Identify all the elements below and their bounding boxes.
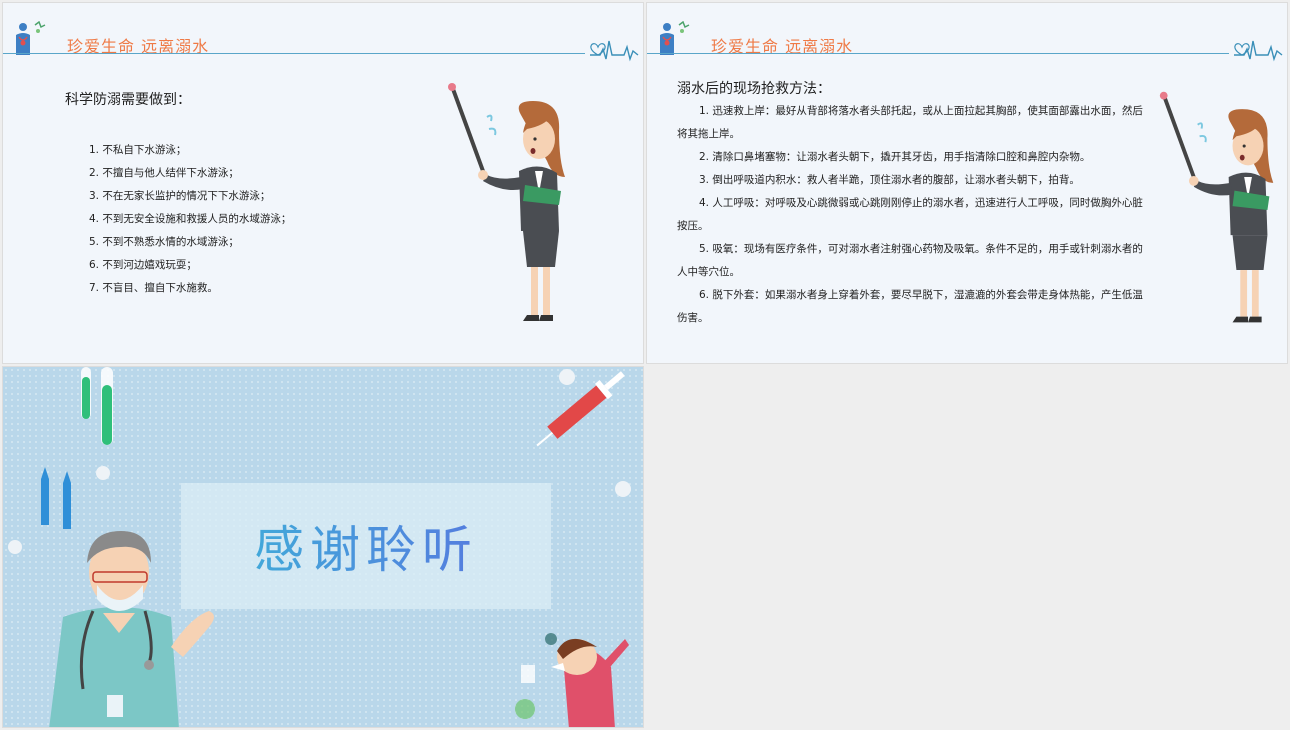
heartbeat-icon: [1234, 40, 1283, 62]
list-item: 6. 不到河边嬉戏玩耍；: [89, 259, 197, 271]
step-paragraph: 3. 倒出呼吸道内积水：救人者半跪，顶住溺水者的腹部，让溺水者头朝下，拍背。: [699, 174, 1080, 186]
human-body-icon: [16, 21, 46, 55]
thanks-title: 感谢聆听: [181, 483, 551, 609]
list-item: 5. 不到不熟悉水情的水域游泳；: [89, 236, 239, 248]
prevention-list: 1. 不私自下水游泳； 2. 不擅自与他人结伴下水游泳； 3. 不在无家长监护的…: [89, 139, 291, 300]
header-divider: [647, 53, 1229, 54]
slide-heading: 溺水后的现场抢救方法：: [677, 81, 831, 97]
step-paragraph: 1. 迅速救上岸：最好从背部将落水者头部托起，或从上面拉起其胸部，使其面部露出水…: [677, 105, 1143, 140]
teacher-illustration: [448, 83, 565, 321]
slide-thumbnail-3[interactable]: 感谢聆听: [2, 366, 644, 728]
step-paragraph: 6. 脱下外套：如果溺水者身上穿着外套，要尽早脱下，湿漉漉的外套会带走身体热能，…: [677, 289, 1143, 324]
rescue-steps: 1. 迅速救上岸：最好从背部将落水者头部托起，或从上面拉起其胸部，使其面部露出水…: [677, 100, 1145, 330]
list-item: 1. 不私自下水游泳；: [89, 144, 187, 156]
teacher-illustration: [1159, 91, 1274, 323]
step-paragraph: 2. 清除口鼻堵塞物：让溺水者头朝下，撬开其牙齿，用手指清除口腔和鼻腔内杂物。: [699, 151, 1091, 163]
slide-heading: 科学防溺需要做到：: [65, 92, 191, 108]
list-item: 7. 不盲目、擅自下水施救。: [89, 282, 218, 294]
step-paragraph: 5. 吸氧：现场有医疗条件，可对溺水者注射强心药物及吸氧。条件不足的，用手或针刺…: [677, 243, 1143, 278]
list-item: 2. 不擅自与他人结伴下水游泳；: [89, 167, 239, 179]
list-item: 4. 不到无安全设施和救援人员的水域游泳；: [89, 213, 292, 225]
header-divider: [3, 53, 585, 54]
slide-thumbnail-2[interactable]: 珍爱生命 远离溺水 溺水后的现场抢救方法： 1. 迅速救上岸：最好从背部将落水者…: [646, 2, 1288, 364]
human-body-icon: [660, 21, 690, 55]
step-paragraph: 4. 人工呼吸：对呼吸及心跳微弱或心跳刚刚停止的溺水者，迅速进行人工呼吸，同时做…: [677, 197, 1143, 232]
slide-thumbnail-1[interactable]: 珍爱生命 远离溺水 科学防溺需要做到： 1. 不私自下水游泳； 2. 不擅自与他…: [2, 2, 644, 364]
list-item: 3. 不在无家长监护的情况下下水游泳；: [89, 190, 271, 202]
heartbeat-icon: [590, 40, 639, 62]
